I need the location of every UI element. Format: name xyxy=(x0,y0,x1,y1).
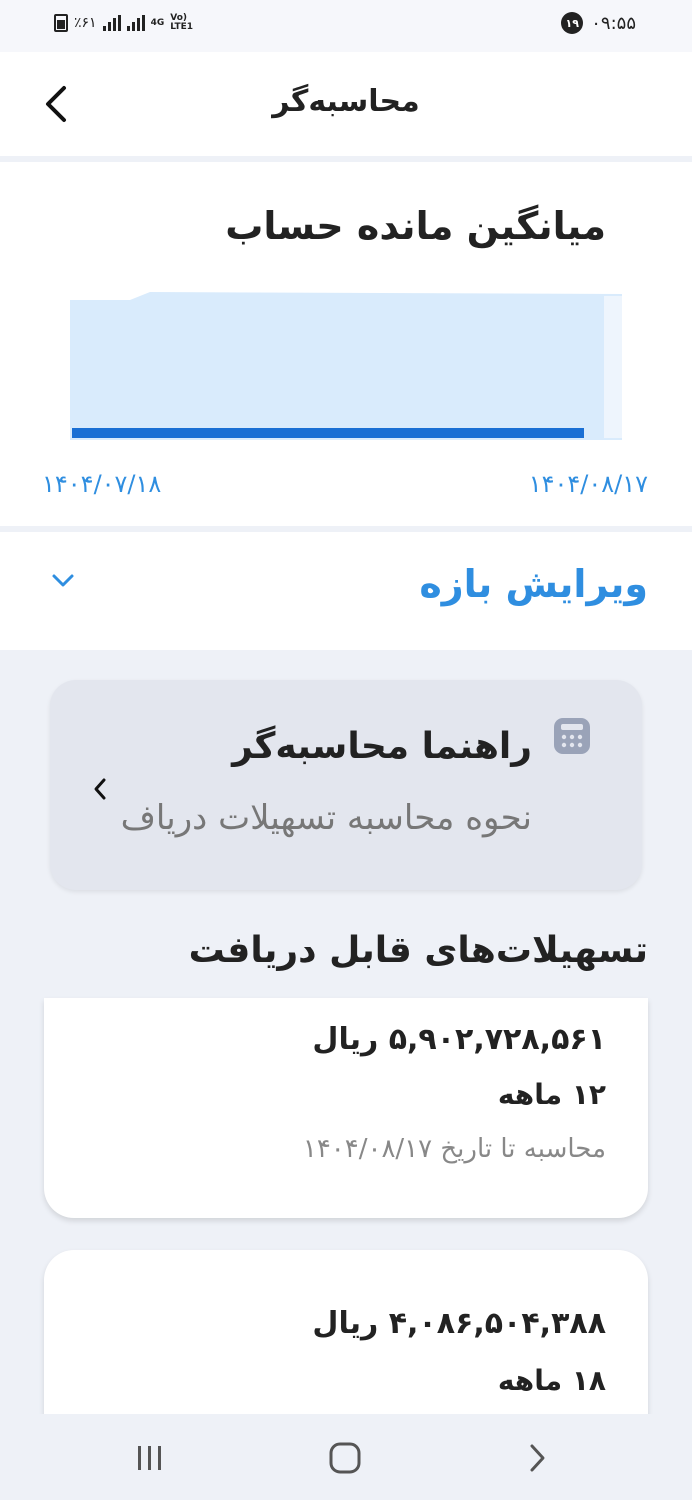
status-bar: ٪۶۱ 4G Vo) LTE1 ۱۹ ۰۹:۵۵ xyxy=(0,0,692,52)
lte-label: LTE1 xyxy=(170,22,194,32)
edit-range-toggle[interactable]: ویرایش بازه xyxy=(0,532,692,650)
loan-duration: ۱۸ ماهه xyxy=(497,1364,606,1397)
signal-icon xyxy=(102,15,121,31)
loan-amount: ۴,۰۸۶,۵۰۴,۳۸۸ ریال xyxy=(312,1306,606,1341)
network-4g: 4G xyxy=(150,17,165,28)
guide-title: راهنما محاسبه‌گر xyxy=(232,726,532,767)
page-title: محاسبه‌گر xyxy=(272,84,420,119)
back-nav-icon[interactable] xyxy=(522,1438,552,1478)
loan-calc-date: محاسبه تا تاریخ ۱۴۰۴/۰۸/۱۷ xyxy=(302,1134,606,1164)
system-nav-bar xyxy=(0,1414,692,1500)
calculator-guide-card[interactable]: راهنما محاسبه‌گر نحوه محاسبه تسهیلات دری… xyxy=(50,680,642,890)
volte-indicator: Vo) LTE1 xyxy=(170,14,193,32)
chart-start-date: ۱۴۰۴/۰۷/۱۸ xyxy=(42,470,162,498)
balance-chart-card: میانگین مانده حساب ۱۴۰۴/۰۷/۱۸ ۱۴۰۴/۰۸/۱۷ xyxy=(0,162,692,526)
loan-amount: ۵,۹۰۲,۷۲۸,۵۶۱ ریال xyxy=(312,1022,606,1057)
chart-line xyxy=(72,428,584,438)
home-icon[interactable] xyxy=(326,1438,366,1478)
guide-subtitle: نحوه محاسبه تسهیلات دریاف xyxy=(120,798,532,838)
loans-section-title: تسهیلات‌های قابل دریافت xyxy=(188,930,648,971)
clock: ۰۹:۵۵ xyxy=(591,12,636,34)
chart-area-edge xyxy=(604,296,622,438)
chevron-left-icon xyxy=(94,778,106,800)
balance-chart xyxy=(70,292,622,440)
battery-icon xyxy=(54,14,68,32)
loan-duration: ۱۲ ماهه xyxy=(497,1078,606,1111)
status-right: ۱۹ ۰۹:۵۵ xyxy=(561,12,636,34)
edit-range-label: ویرایش بازه xyxy=(419,562,648,606)
notification-badge: ۱۹ xyxy=(561,12,584,34)
chart-end-date: ۱۴۰۴/۰۸/۱۷ xyxy=(528,470,648,498)
loan-card[interactable]: ۵,۹۰۲,۷۲۸,۵۶۱ ریال ۱۲ ماهه محاسبه تا تار… xyxy=(44,998,648,1218)
network-type: 4G xyxy=(150,17,165,28)
app-header: محاسبه‌گر xyxy=(0,52,692,156)
calculator-icon xyxy=(554,718,590,754)
signal-icon-secondary xyxy=(126,15,145,31)
recent-apps-icon[interactable] xyxy=(134,1438,166,1478)
chevron-down-icon xyxy=(52,574,74,587)
battery-percent: ٪۶۱ xyxy=(74,15,97,31)
status-left: ٪۶۱ 4G Vo) LTE1 xyxy=(54,14,193,32)
chart-area xyxy=(70,292,622,440)
